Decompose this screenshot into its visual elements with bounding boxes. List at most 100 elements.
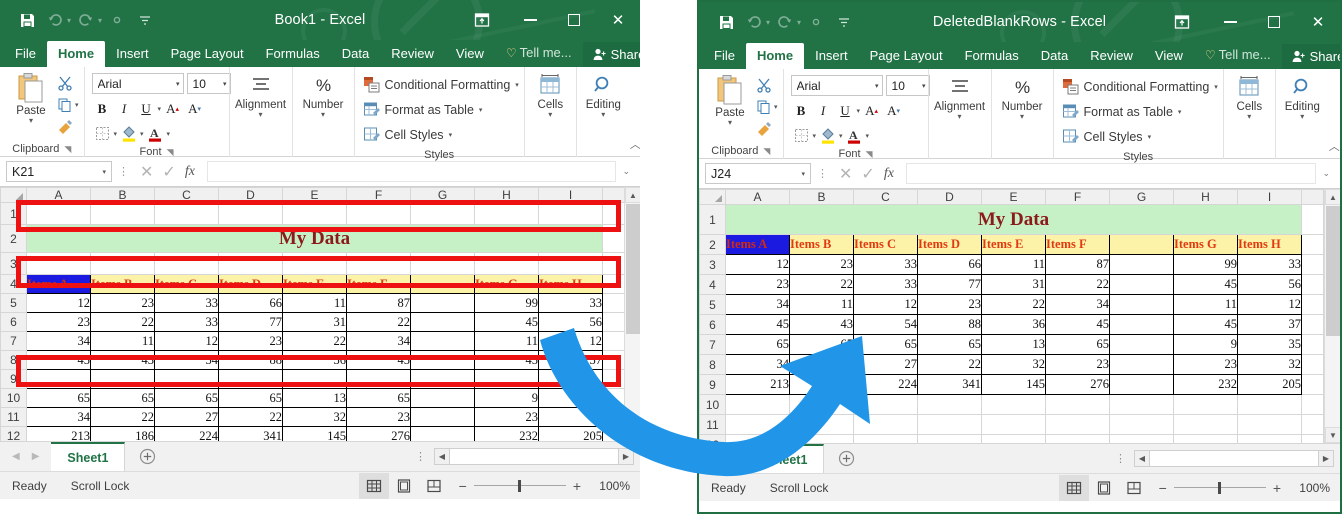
col-header-partial[interactable]: [1302, 190, 1324, 205]
cell[interactable]: 36: [982, 315, 1046, 335]
cell[interactable]: [603, 351, 625, 370]
cut-button[interactable]: [756, 75, 778, 95]
header-cell-items-f[interactable]: Items F: [1046, 235, 1110, 255]
cell[interactable]: 23: [918, 295, 982, 315]
font-size-combo[interactable]: 10▾: [187, 73, 231, 94]
select-all-corner-right[interactable]: [700, 190, 726, 205]
enter-formula-icon[interactable]: ✓: [162, 162, 175, 182]
cell[interactable]: [347, 253, 411, 275]
col-header-b[interactable]: B: [790, 190, 854, 205]
font-dialog-launcher[interactable]: ◥: [167, 144, 174, 160]
bold-button[interactable]: B: [791, 100, 812, 121]
cell[interactable]: 45: [1174, 315, 1238, 335]
row-header-8[interactable]: 8: [1, 351, 27, 370]
cell[interactable]: [155, 253, 219, 275]
save-icon[interactable]: [713, 9, 739, 35]
cell[interactable]: [1238, 395, 1302, 415]
number-caret-icon[interactable]: ▾: [1020, 113, 1024, 121]
header-cell-items-d[interactable]: Items D: [918, 235, 982, 255]
redo-icon[interactable]: [772, 9, 798, 35]
expand-formula-bar-icon[interactable]: ⌄: [622, 166, 634, 177]
cell-styles-button[interactable]: Cell Styles ▾: [1062, 124, 1152, 149]
cell[interactable]: 34: [27, 332, 91, 351]
restore-button[interactable]: [552, 0, 596, 40]
cell[interactable]: [1174, 415, 1238, 435]
row-header-1[interactable]: 1: [1, 203, 27, 225]
cell[interactable]: 232: [1174, 375, 1238, 395]
cell[interactable]: [539, 203, 603, 225]
zoom-in-button-left[interactable]: +: [573, 478, 581, 494]
cell[interactable]: 22: [918, 355, 982, 375]
cell[interactable]: 87: [347, 294, 411, 313]
font-name-combo[interactable]: Arial▾: [791, 75, 883, 96]
cell[interactable]: [1302, 415, 1324, 435]
cell[interactable]: 22: [347, 313, 411, 332]
row-header-3[interactable]: 3: [700, 255, 726, 275]
cell[interactable]: 37: [1238, 315, 1302, 335]
increase-font-size-button[interactable]: A▴: [162, 98, 183, 119]
cell[interactable]: [603, 408, 625, 427]
cell[interactable]: 12: [854, 295, 918, 315]
cell[interactable]: [603, 203, 625, 225]
col-header-h[interactable]: H: [475, 188, 539, 203]
header-cell-items-f[interactable]: Items F: [347, 275, 411, 294]
formula-input-left[interactable]: [207, 161, 617, 182]
cell[interactable]: [347, 203, 411, 225]
cell[interactable]: [1110, 315, 1174, 335]
cell[interactable]: 186: [790, 375, 854, 395]
cell[interactable]: [411, 389, 475, 408]
cell[interactable]: [91, 203, 155, 225]
cell[interactable]: 12: [539, 332, 603, 351]
cell[interactable]: 65: [219, 389, 283, 408]
tab-view[interactable]: View: [445, 41, 495, 67]
collapse-ribbon-button[interactable]: ︿: [1329, 138, 1340, 154]
cell[interactable]: 33: [854, 275, 918, 295]
touch-mode-icon[interactable]: [104, 7, 130, 33]
cell[interactable]: 11: [283, 294, 347, 313]
cell[interactable]: [1302, 295, 1324, 315]
scroll-down-arrow-left[interactable]: ▼: [625, 425, 640, 441]
header-cell-blank-g[interactable]: [1110, 235, 1174, 255]
cell[interactable]: [603, 427, 625, 442]
customize-qat-icon[interactable]: [132, 7, 158, 33]
cell[interactable]: [1302, 375, 1324, 395]
expand-formula-bar-icon[interactable]: ⌄: [1322, 168, 1334, 179]
editing-button[interactable]: Editing ▾: [582, 70, 625, 119]
name-box-right[interactable]: J24▾: [705, 163, 811, 184]
zoom-level-left[interactable]: 100%: [588, 479, 630, 493]
header-cell-items-c[interactable]: Items C: [155, 275, 219, 294]
cell[interactable]: 12: [155, 332, 219, 351]
scroll-down-arrow-right[interactable]: ▼: [1325, 427, 1340, 443]
undo-icon[interactable]: [42, 7, 68, 33]
italic-button[interactable]: I: [813, 100, 834, 121]
underline-button[interactable]: U: [835, 100, 856, 121]
col-header-g[interactable]: G: [1110, 190, 1174, 205]
col-header-b[interactable]: B: [91, 188, 155, 203]
conditional-formatting-caret-icon[interactable]: ▾: [515, 81, 519, 89]
cell[interactable]: 13: [982, 335, 1046, 355]
cell[interactable]: [1302, 395, 1324, 415]
sheet-title-cell-right[interactable]: My Data: [726, 205, 1302, 235]
cell[interactable]: 65: [347, 389, 411, 408]
cell[interactable]: 12: [1238, 295, 1302, 315]
paste-dropdown-caret-icon[interactable]: ▾: [29, 117, 33, 125]
cell[interactable]: [603, 225, 625, 253]
alignment-caret-icon[interactable]: ▾: [259, 111, 263, 119]
hscroll-left-arrow[interactable]: ◀: [1134, 450, 1150, 467]
cell[interactable]: [1110, 395, 1174, 415]
collapse-ribbon-button[interactable]: ︿: [630, 136, 640, 152]
cell[interactable]: 23: [219, 332, 283, 351]
tab-data[interactable]: Data: [331, 41, 380, 67]
bold-button[interactable]: B: [92, 98, 113, 119]
redo-dropdown-caret-icon[interactable]: ▾: [98, 16, 102, 25]
cell[interactable]: 23: [1174, 355, 1238, 375]
page-break-preview-button-left[interactable]: [419, 473, 449, 499]
cell[interactable]: 56: [539, 313, 603, 332]
cell[interactable]: 22: [219, 408, 283, 427]
insert-function-icon[interactable]: fx: [185, 164, 195, 180]
zoom-in-button-right[interactable]: +: [1273, 480, 1281, 496]
tab-formulas[interactable]: Formulas: [954, 43, 1030, 69]
cell[interactable]: 45: [1046, 315, 1110, 335]
cell[interactable]: [283, 203, 347, 225]
cell[interactable]: 9: [1174, 335, 1238, 355]
